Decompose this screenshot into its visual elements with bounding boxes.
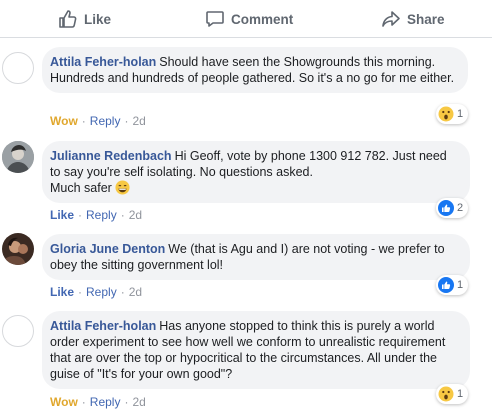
wow-icon	[438, 106, 454, 122]
comment-timestamp[interactable]: 2d	[132, 114, 145, 128]
like-icon	[438, 277, 454, 293]
reaction-count: 1	[457, 388, 464, 400]
reaction-count: 1	[457, 279, 464, 291]
like-button[interactable]: Like	[58, 8, 111, 30]
grinning-face-icon	[115, 180, 130, 195]
like-icon	[438, 200, 454, 216]
comment-text-continued: Much safer	[50, 181, 112, 195]
share-button-label: Share	[407, 11, 445, 27]
avatar[interactable]	[2, 315, 34, 347]
comment-author[interactable]: Gloria June Denton	[50, 242, 165, 256]
like-reaction-link[interactable]: Like	[50, 285, 74, 299]
comment-button[interactable]: Comment	[205, 8, 293, 30]
reaction-count-badge[interactable]: 1	[436, 384, 469, 404]
comment-bubble: Attila Feher-holan Has anyone stopped to …	[42, 311, 470, 389]
comment-bubble: Attila Feher-holan Should have seen the S…	[42, 47, 468, 93]
comment-timestamp[interactable]: 2d	[129, 208, 142, 222]
avatar[interactable]	[2, 233, 34, 265]
comment-meta: Like · Reply · 2d	[50, 285, 143, 299]
comment-meta: Like · Reply · 2d	[50, 208, 143, 222]
reply-link[interactable]: Reply	[86, 208, 117, 222]
action-bar-divider	[0, 37, 492, 38]
comment-bubble: Julianne Redenbach Hi Geoff, vote by phon…	[42, 141, 470, 203]
wow-reaction-link[interactable]: Wow	[50, 114, 78, 128]
comment-author[interactable]: Attila Feher-holan	[50, 319, 156, 333]
comment-author[interactable]: Attila Feher-holan	[50, 55, 156, 69]
reaction-count-badge[interactable]: 1	[436, 104, 469, 124]
reply-link[interactable]: Reply	[90, 395, 121, 409]
reaction-count-badge[interactable]: 2	[436, 198, 469, 218]
comment-timestamp[interactable]: 2d	[132, 395, 145, 409]
comment-meta: Wow · Reply · 2d	[50, 114, 146, 128]
share-arrow-icon	[382, 11, 400, 27]
like-button-label: Like	[84, 11, 112, 27]
avatar[interactable]	[2, 52, 34, 84]
reaction-count: 1	[457, 108, 464, 120]
comment-author[interactable]: Julianne Redenbach	[50, 149, 172, 163]
reply-link[interactable]: Reply	[90, 114, 121, 128]
comment-bubble-icon	[206, 11, 224, 27]
like-reaction-link[interactable]: Like	[50, 208, 74, 222]
reaction-count: 2	[457, 202, 464, 214]
comment-button-label: Comment	[231, 11, 294, 27]
avatar-photo	[2, 233, 34, 265]
comment-timestamp[interactable]: 2d	[129, 285, 142, 299]
comment-bubble: Gloria June Denton We (that is Agu and I)…	[42, 234, 470, 280]
thumbs-up-icon	[59, 10, 77, 28]
avatar[interactable]	[2, 141, 34, 173]
reaction-count-badge[interactable]: 1	[436, 275, 469, 295]
wow-reaction-link[interactable]: Wow	[50, 395, 78, 409]
avatar-photo	[2, 141, 34, 173]
wow-icon	[438, 386, 454, 402]
post-action-bar: Like Comment Share	[0, 0, 492, 38]
comment-meta: Wow · Reply · 2d	[50, 395, 146, 409]
reply-link[interactable]: Reply	[86, 285, 117, 299]
share-button[interactable]: Share	[381, 8, 445, 30]
